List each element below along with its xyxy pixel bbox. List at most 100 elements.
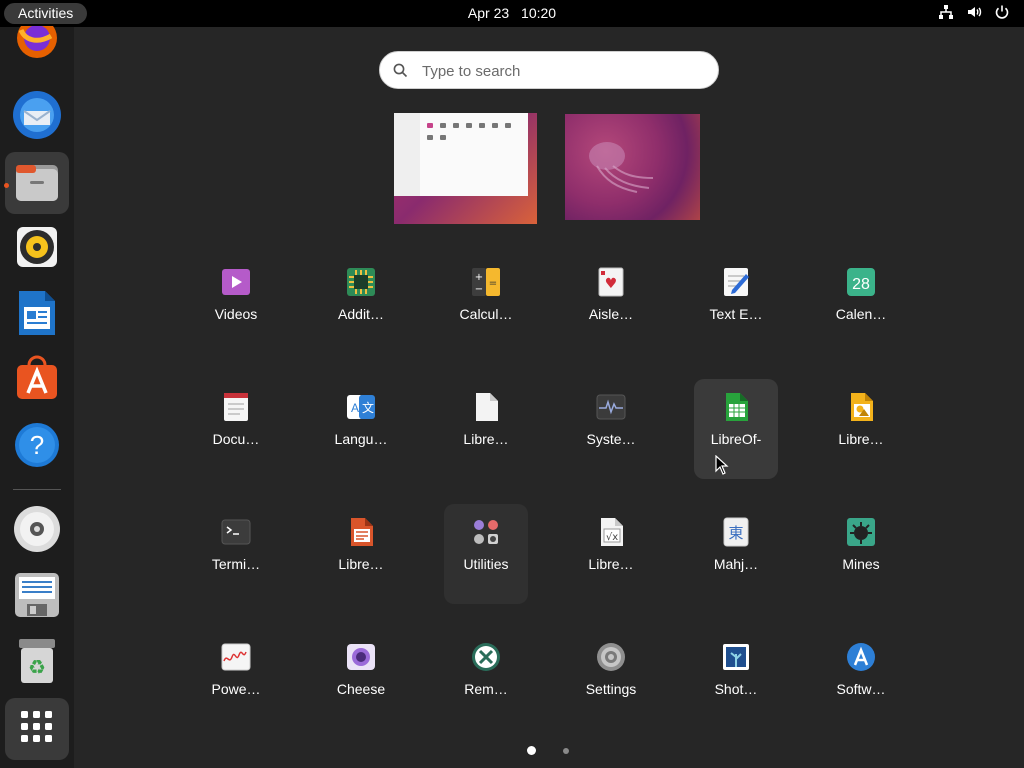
app-tile-calendar[interactable]: 28 Calen…: [819, 254, 903, 354]
app-label: Shot…: [714, 681, 758, 697]
app-label: Docu…: [212, 431, 260, 447]
power-icon[interactable]: [994, 4, 1010, 20]
app-tile-videos[interactable]: Videos: [194, 254, 278, 354]
files-window-thumbnail[interactable]: [394, 113, 528, 196]
folder-icon: [492, 123, 498, 128]
app-label: Cheese: [336, 681, 386, 697]
network-icon[interactable]: [938, 4, 954, 20]
app-label: Libre…: [463, 431, 509, 447]
folder-icon: [505, 123, 511, 128]
svg-text:+: +: [475, 272, 483, 283]
jellyfish-wallpaper-icon: [589, 142, 654, 193]
app-label: Langu…: [334, 431, 388, 447]
app-tile-libreoffice-math[interactable]: √x Libre…: [569, 504, 653, 604]
libreoffice-impress-icon: [345, 516, 377, 548]
aisleriot-icon: ♥: [595, 266, 627, 298]
text-editor-icon: [720, 266, 752, 298]
folder-icon: [440, 123, 446, 128]
app-tile-text-editor[interactable]: Text E…: [694, 254, 778, 354]
app-tile-system-monitor[interactable]: Syste…: [569, 379, 653, 479]
app-tile-cheese[interactable]: Cheese: [319, 629, 403, 729]
app-tile-document-viewer[interactable]: Docu…: [194, 379, 278, 479]
dock-disc[interactable]: [5, 500, 69, 562]
svg-text:−: −: [475, 284, 483, 295]
dock-separator: [13, 489, 61, 490]
dock-writer[interactable]: [5, 284, 69, 346]
app-tile-utilities-folder[interactable]: Utilities: [444, 504, 528, 604]
clock-time: 10:20: [521, 5, 557, 21]
folder-icon: [466, 123, 472, 128]
app-tile-libreoffice-draw[interactable]: Libre…: [819, 379, 903, 479]
app-tile-settings[interactable]: Settings: [569, 629, 653, 729]
system-tray[interactable]: [938, 4, 1010, 20]
svg-text:=: =: [489, 278, 497, 289]
dock-trash[interactable]: ♻: [5, 632, 69, 694]
app-tile-terminal[interactable]: Termi…: [194, 504, 278, 604]
cheese-icon: [345, 641, 377, 673]
additional-drivers-icon: [345, 266, 377, 298]
folder-icon: [427, 123, 433, 128]
app-tile-libreoffice[interactable]: Libre…: [444, 379, 528, 479]
app-label: Calcul…: [459, 306, 513, 322]
app-tile-libreoffice-calc[interactable]: LibreOf-: [694, 379, 778, 479]
search-icon: [393, 63, 408, 83]
dock-firefox[interactable]: [5, 17, 69, 75]
app-label: Videos: [214, 306, 258, 322]
workspace-thumbnail-2[interactable]: [565, 114, 700, 220]
mouse-cursor-icon: [715, 455, 729, 475]
dock-drive[interactable]: [5, 566, 69, 628]
dock-rhythmbox[interactable]: [5, 218, 69, 280]
workspace-thumbnail-1[interactable]: [394, 113, 537, 224]
trash-icon: ♻: [17, 637, 57, 690]
dock-help[interactable]: ?: [5, 416, 69, 478]
dock-show-apps[interactable]: [5, 698, 69, 760]
app-label: Mahj…: [713, 556, 759, 572]
svg-text:♥: ♥: [605, 276, 618, 292]
drive-icon: [14, 572, 60, 623]
app-tile-remmina[interactable]: Rem…: [444, 629, 528, 729]
app-tile-mahjongg[interactable]: 東 Mahj…: [694, 504, 778, 604]
search-box[interactable]: [379, 51, 719, 89]
terminal-icon: [220, 516, 252, 548]
folder-icon: [479, 123, 485, 128]
app-label: Libre…: [338, 556, 384, 572]
app-tile-language[interactable]: A 文 Langu…: [319, 379, 403, 479]
app-label: Softw…: [836, 681, 886, 697]
app-tile-mines[interactable]: Mines: [819, 504, 903, 604]
shotwell-icon: [720, 641, 752, 673]
rhythmbox-icon: [15, 225, 59, 274]
remmina-icon: [470, 641, 502, 673]
clock-date: Apr 23: [467, 5, 510, 21]
app-label: Mines: [842, 556, 880, 572]
app-label: LibreOf-: [710, 431, 762, 447]
app-tile-additional-drivers[interactable]: Addit…: [319, 254, 403, 354]
folder-icon: [453, 123, 459, 128]
calendar-icon: 28: [845, 266, 877, 298]
dock-thunderbird[interactable]: [5, 86, 69, 148]
app-label: Addit…: [338, 306, 384, 322]
app-tile-power-statistics[interactable]: Powe…: [194, 629, 278, 729]
volume-icon[interactable]: [966, 4, 982, 20]
software-icon: [13, 355, 61, 408]
app-tile-libreoffice-impress[interactable]: Libre…: [319, 504, 403, 604]
app-tile-shotwell[interactable]: Shot…: [694, 629, 778, 729]
dock-files[interactable]: [5, 152, 69, 214]
app-tile-aisleriot[interactable]: ♥ Aisle…: [569, 254, 653, 354]
app-label: Utilities: [463, 556, 509, 572]
svg-text:?: ?: [30, 430, 44, 460]
software-updater-icon: [845, 641, 877, 673]
page-indicator-2[interactable]: [563, 748, 569, 754]
settings-icon: [595, 641, 627, 673]
firefox-icon: [15, 17, 59, 75]
page-indicator-1[interactable]: [527, 746, 536, 755]
dock: ? ♻: [0, 17, 74, 768]
app-tile-calculator[interactable]: + − = Calcul…: [444, 254, 528, 354]
mines-icon: [845, 516, 877, 548]
search-input[interactable]: [420, 58, 704, 84]
app-tile-software-updater[interactable]: Softw…: [819, 629, 903, 729]
clock-button[interactable]: Apr 23 10:20: [0, 0, 1024, 27]
top-bar: Activities Apr 23 10:20: [0, 0, 1024, 27]
files-icon: [13, 157, 61, 210]
utilities-folder-icon: [470, 516, 502, 548]
dock-software[interactable]: [5, 350, 69, 412]
